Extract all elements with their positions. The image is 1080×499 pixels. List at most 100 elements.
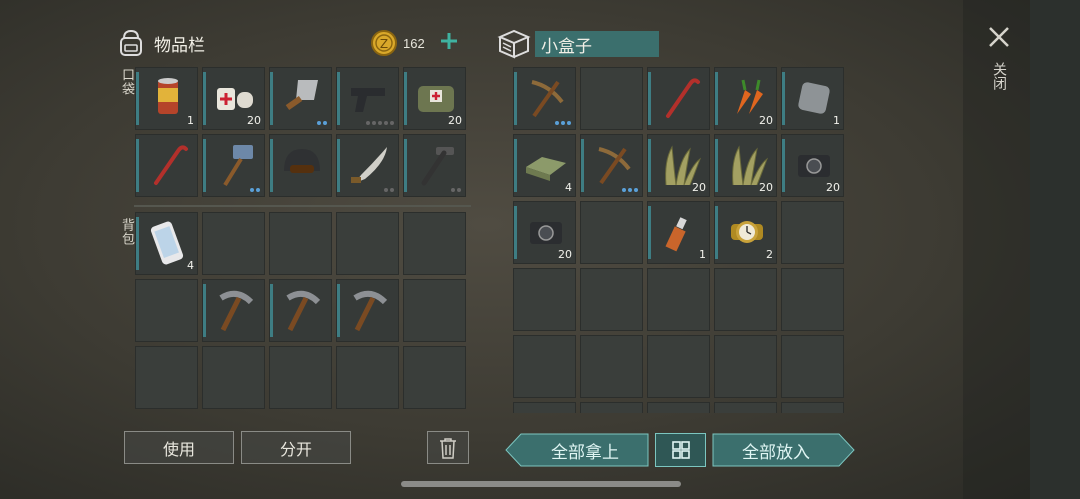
pocket-slot[interactable]	[336, 134, 399, 197]
coin-counter: Z 162	[370, 29, 459, 57]
pocket-slot[interactable]: 20	[202, 67, 265, 130]
close-label: 关闭	[992, 62, 1008, 90]
backpack-slot[interactable]	[135, 279, 198, 342]
backpack-slot[interactable]	[403, 212, 466, 275]
container-slot[interactable]: 20	[714, 67, 777, 130]
pickaxe-icon	[286, 290, 321, 332]
container-slot[interactable]	[513, 268, 576, 331]
pistol-icon	[351, 88, 385, 112]
trash-icon	[440, 437, 456, 459]
container-slot[interactable]	[580, 402, 643, 413]
container-slot[interactable]	[580, 67, 643, 130]
container-slot[interactable]	[781, 201, 844, 264]
container-slot[interactable]	[580, 201, 643, 264]
split-button[interactable]: 分开	[241, 431, 351, 464]
backpack-slot[interactable]	[202, 346, 265, 409]
item-quantity: 20	[247, 114, 261, 127]
inventory-title: 物品栏	[154, 35, 205, 55]
container-name-field[interactable]: 小盒子	[535, 31, 659, 57]
durability-dots	[384, 188, 394, 192]
crowbar-icon	[666, 78, 700, 118]
item-quantity: 20	[558, 248, 572, 261]
use-button[interactable]: 使用	[124, 431, 234, 464]
helmet-icon	[284, 149, 320, 173]
item-quantity: 20	[759, 114, 773, 127]
container-slot[interactable]: 2	[714, 201, 777, 264]
backpack-slot[interactable]	[336, 279, 399, 342]
container-slot[interactable]	[580, 268, 643, 331]
backpack-slot[interactable]	[202, 279, 265, 342]
take-all-label: 全部拿上	[551, 442, 619, 462]
container-slot[interactable]	[580, 335, 643, 398]
backpack-slot[interactable]	[336, 346, 399, 409]
container-slot[interactable]	[714, 335, 777, 398]
pickaxe-icon	[219, 290, 254, 332]
usb-drive-icon	[665, 217, 687, 252]
backpack-slot[interactable]	[269, 212, 332, 275]
pocket-grid: 1 20 20	[135, 67, 466, 197]
container-slot[interactable]: 4	[513, 134, 576, 197]
coin-icon: Z	[371, 30, 397, 56]
put-all-button[interactable]: 全部放入	[712, 433, 855, 467]
pick-icon	[598, 147, 631, 185]
pocket-slot[interactable]	[269, 134, 332, 197]
item-quantity: 20	[759, 181, 773, 194]
add-coins-button[interactable]	[439, 31, 459, 56]
container-slot[interactable]	[714, 268, 777, 331]
backpack-slot[interactable]	[403, 346, 466, 409]
container-slot[interactable]	[714, 402, 777, 413]
container-slot[interactable]	[513, 335, 576, 398]
container-slot[interactable]: 1	[781, 67, 844, 130]
smartphone-icon	[150, 221, 184, 265]
container-slot[interactable]	[781, 268, 844, 331]
pocket-slot[interactable]	[135, 134, 198, 197]
container-slot[interactable]	[781, 402, 844, 413]
hammer-icon	[421, 147, 454, 186]
container-slot[interactable]	[647, 268, 710, 331]
container-slot[interactable]	[580, 134, 643, 197]
close-icon	[989, 27, 1009, 47]
box-icon	[497, 29, 531, 59]
item-quantity: 1	[833, 114, 840, 127]
backpack-grid: 4	[135, 212, 466, 409]
backpack-slot[interactable]: 4	[135, 212, 198, 275]
container-slot[interactable]	[647, 67, 710, 130]
close-button[interactable]: 关闭	[984, 24, 1014, 104]
container-slot[interactable]	[647, 335, 710, 398]
item-quantity: 2	[766, 248, 773, 261]
container-slot[interactable]	[781, 335, 844, 398]
pick-icon	[531, 80, 564, 118]
container-slot[interactable]	[647, 402, 710, 413]
toggle-view-button[interactable]	[655, 433, 706, 467]
pocket-slot[interactable]	[269, 67, 332, 130]
backpack-slot[interactable]	[202, 212, 265, 275]
pocket-slot[interactable]	[336, 67, 399, 130]
pocket-slot[interactable]: 20	[403, 67, 466, 130]
pocket-slot[interactable]	[403, 134, 466, 197]
sledgehammer-icon	[223, 145, 253, 187]
crowbar-icon	[154, 145, 188, 185]
backpack-slot[interactable]	[336, 212, 399, 275]
container-slot[interactable]	[513, 67, 576, 130]
backpack-slot[interactable]	[269, 279, 332, 342]
screen-edge	[1030, 0, 1080, 499]
durability-dots	[317, 121, 327, 125]
backpack-slot[interactable]	[269, 346, 332, 409]
item-quantity: 20	[692, 181, 706, 194]
backpack-slot[interactable]	[135, 346, 198, 409]
durability-dots	[250, 188, 260, 192]
plus-icon	[440, 32, 457, 49]
pocket-slot[interactable]	[202, 134, 265, 197]
container-slot[interactable]: 20	[714, 134, 777, 197]
take-all-button[interactable]: 全部拿上	[505, 433, 649, 467]
cloth-icon	[526, 157, 566, 181]
container-slot[interactable]	[513, 402, 576, 413]
container-slot[interactable]: 1	[647, 201, 710, 264]
container-slot[interactable]: 20	[513, 201, 576, 264]
coin-amount: 162	[403, 35, 425, 51]
container-slot[interactable]: 20	[647, 134, 710, 197]
container-slot[interactable]: 20	[781, 134, 844, 197]
trash-button[interactable]	[427, 431, 469, 464]
pocket-slot[interactable]: 1	[135, 67, 198, 130]
backpack-slot[interactable]	[403, 279, 466, 342]
